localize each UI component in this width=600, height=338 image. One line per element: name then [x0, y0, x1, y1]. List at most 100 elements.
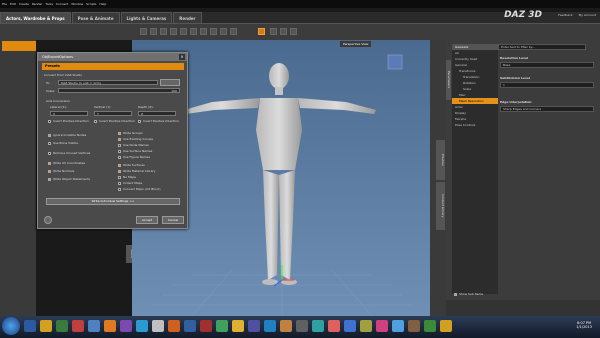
option-checkbox[interactable]: No Maps: [118, 175, 136, 179]
active-tool-icon[interactable]: [258, 28, 265, 35]
taskbar-app-icon[interactable]: [376, 320, 388, 332]
invert-z-checkbox[interactable]: Invert Positive Direction: [138, 119, 179, 123]
tree-item-pose-controls[interactable]: Pose Controls: [452, 122, 498, 128]
help-icon[interactable]: [44, 216, 52, 224]
invert-x-checkbox[interactable]: Invert Positive Direction: [48, 119, 89, 123]
tab-lights[interactable]: Lights & Cameras: [120, 12, 173, 23]
taskbar-app-icon[interactable]: [248, 320, 260, 332]
menu-edit[interactable]: Edit: [10, 2, 16, 6]
to-options-button[interactable]: [160, 79, 180, 86]
tab-actors[interactable]: Actors, Wardrobe & Props: [0, 12, 71, 23]
tool-icon[interactable]: [280, 28, 287, 35]
taskbar-app-icon[interactable]: [104, 320, 116, 332]
taskbar-app-icon[interactable]: [328, 320, 340, 332]
tool-icon[interactable]: [140, 28, 147, 35]
close-icon[interactable]: ×: [179, 54, 185, 60]
taskbar-app-icon[interactable]: [184, 320, 196, 332]
menu-file[interactable]: File: [2, 2, 7, 6]
option-checkbox[interactable]: Use Surface Names: [118, 149, 152, 153]
subdivision-level-slider[interactable]: 1: [500, 82, 594, 88]
tool-icon[interactable]: [200, 28, 207, 35]
option-checkbox[interactable]: Ignore Invisible Nodes: [48, 133, 86, 137]
tool-icon[interactable]: [180, 28, 187, 35]
resolution-level-select[interactable]: Base: [500, 62, 594, 68]
option-checkbox[interactable]: Write Groups: [118, 131, 143, 135]
option-checkbox[interactable]: Use Figure Names: [118, 155, 150, 159]
menu-window[interactable]: Window: [71, 2, 83, 6]
taskbar-app-icon[interactable]: [232, 320, 244, 332]
menu-help[interactable]: Help: [99, 2, 106, 6]
accept-button[interactable]: Accept: [136, 216, 158, 224]
taskbar-app-icon[interactable]: [408, 320, 420, 332]
menu-connect[interactable]: Connect: [56, 2, 68, 6]
taskbar-app-icon[interactable]: [136, 320, 148, 332]
taskbar-app-icon[interactable]: [200, 320, 212, 332]
option-checkbox[interactable]: Write Surfaces: [118, 163, 145, 167]
scale-input[interactable]: 100: [58, 88, 180, 93]
taskbar-app-icon[interactable]: [360, 320, 372, 332]
taskbar-clock[interactable]: 8:07 PM 1/1/2013: [576, 321, 592, 329]
search-input[interactable]: Enter text to filter by...: [498, 44, 586, 50]
taskbar-app-icon[interactable]: [216, 320, 228, 332]
menu-scripts[interactable]: Scripts: [86, 2, 96, 6]
edge-interpolation-select[interactable]: Sharp Edges and Corners: [500, 106, 594, 112]
taskbar-app-icon[interactable]: [72, 320, 84, 332]
to-select[interactable]: DAZ Studio (1 unit = 1cm): [58, 80, 158, 85]
account-link[interactable]: My Account: [579, 13, 596, 17]
preview-tab[interactable]: Preview: [436, 140, 445, 180]
option-checkbox[interactable]: Write UV Coordinates: [48, 161, 85, 165]
taskbar-app-icon[interactable]: [168, 320, 180, 332]
taskbar-app-icon[interactable]: [424, 320, 436, 332]
option-checkbox[interactable]: Use Bone Visible: [48, 141, 78, 145]
taskbar-app-icon[interactable]: [296, 320, 308, 332]
tab-render[interactable]: Render: [173, 12, 202, 23]
individual-settings-button[interactable]: Write Individual Settings >>: [46, 198, 180, 205]
content-library-tab[interactable]: Content Library: [436, 182, 445, 230]
cancel-button[interactable]: Cancel: [162, 216, 184, 224]
tool-icon[interactable]: [220, 28, 227, 35]
option-checkbox[interactable]: Collect Maps: [118, 181, 142, 185]
taskbar-app-icon[interactable]: [312, 320, 324, 332]
option-checkbox[interactable]: Use Node Names: [118, 143, 149, 147]
option-checkbox[interactable]: Convert Maps (Art Block): [118, 187, 161, 191]
option-checkbox[interactable]: Remove Unused Vertices: [48, 151, 90, 155]
taskbar-app-icon[interactable]: [40, 320, 52, 332]
tab-pose[interactable]: Pose & Animate: [71, 12, 120, 23]
show-sub-items-checkbox[interactable]: Show Sub Items: [454, 292, 483, 296]
invert-y-checkbox[interactable]: Invert Positive Direction: [94, 119, 135, 123]
presets-header[interactable]: Presets: [42, 63, 184, 70]
viewport-camera-label[interactable]: Perspective View: [340, 41, 372, 47]
taskbar-app-icon[interactable]: [152, 320, 164, 332]
tool-icon[interactable]: [190, 28, 197, 35]
tool-icon[interactable]: [270, 28, 277, 35]
taskbar-app-icon[interactable]: [88, 320, 100, 332]
taskbar-app-icon[interactable]: [264, 320, 276, 332]
depth-select[interactable]: Z: [138, 111, 176, 116]
option-checkbox[interactable]: Write Object Statements: [48, 177, 90, 181]
tool-icon[interactable]: [160, 28, 167, 35]
lateral-select[interactable]: X: [50, 111, 88, 116]
menu-create[interactable]: Create: [19, 2, 29, 6]
tool-icon[interactable]: [290, 28, 297, 35]
taskbar-app-icon[interactable]: [24, 320, 36, 332]
taskbar-app-icon[interactable]: [440, 320, 452, 332]
parameters-tab[interactable]: Parameters: [446, 60, 451, 100]
taskbar-app-icon[interactable]: [392, 320, 404, 332]
tool-icon[interactable]: [210, 28, 217, 35]
taskbar-app-icon[interactable]: [344, 320, 356, 332]
menu-tools[interactable]: Tools: [46, 2, 53, 6]
vertical-select[interactable]: Y: [94, 111, 132, 116]
tool-icon[interactable]: [230, 28, 237, 35]
taskbar-app-icon[interactable]: [120, 320, 132, 332]
menu-render[interactable]: Render: [32, 2, 43, 6]
start-button[interactable]: [2, 317, 20, 335]
option-checkbox[interactable]: Use Existing Groups: [118, 137, 153, 141]
feedback-link[interactable]: Feedback: [558, 13, 572, 17]
left-pane: [0, 40, 36, 316]
option-checkbox[interactable]: Write Material Library: [118, 169, 156, 173]
taskbar-app-icon[interactable]: [56, 320, 68, 332]
tool-icon[interactable]: [150, 28, 157, 35]
tool-icon[interactable]: [170, 28, 177, 35]
option-checkbox[interactable]: Write Normals: [48, 169, 74, 173]
taskbar-app-icon[interactable]: [280, 320, 292, 332]
